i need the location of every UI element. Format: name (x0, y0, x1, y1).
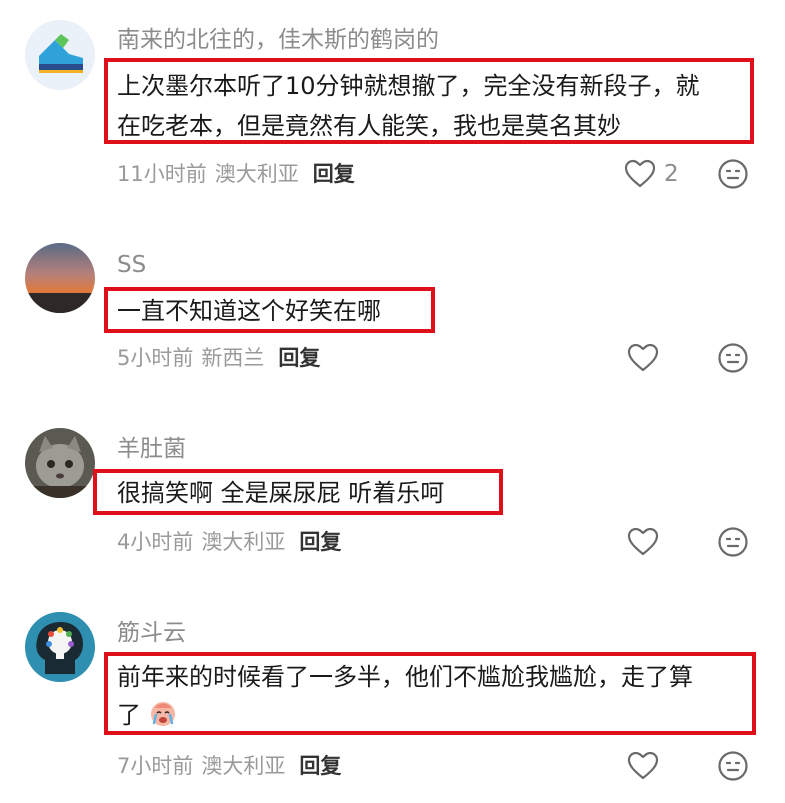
comment-text-line-2: 了 (117, 693, 693, 737)
dislike-button[interactable] (717, 342, 749, 374)
username[interactable]: 筋斗云 (117, 619, 186, 647)
comment-location: 澳大利亚 (201, 530, 286, 554)
like-button[interactable] (627, 750, 659, 782)
neutral-face-icon (718, 751, 748, 781)
avatar[interactable] (25, 612, 95, 682)
comment-text: 上次墨尔本听了10分钟就想撤了，完全没有新段子，就 在吃老本，但是竟然有人能笑，… (117, 64, 700, 148)
like-button[interactable] (627, 526, 659, 558)
like-button[interactable]: 2 (624, 158, 679, 190)
neutral-face-icon (718, 159, 748, 189)
comment-location: 新西兰 (201, 346, 265, 370)
neutral-face-icon (718, 527, 748, 557)
heart-icon (627, 527, 659, 556)
head-lightbulb-icon (25, 612, 95, 682)
comment-text: 前年来的时候看了一多半，他们不尴尬我尴尬，走了算 了 (117, 655, 693, 737)
comment-location: 澳大利亚 (214, 162, 299, 186)
username[interactable]: 南来的北往的，佳木斯的鹤岗的 (117, 26, 439, 54)
username[interactable]: SS (117, 251, 146, 279)
avatar[interactable] (25, 428, 95, 498)
reply-button[interactable]: 回复 (299, 530, 341, 554)
heart-icon (627, 751, 659, 780)
comment-text: 很搞笑啊 全是屎尿屁 听着乐呵 (117, 471, 444, 515)
comment-location: 澳大利亚 (201, 754, 286, 778)
dislike-button[interactable] (717, 158, 749, 190)
comment-meta: 5小时前 新西兰 回复 (117, 344, 320, 372)
dislike-button[interactable] (717, 526, 749, 558)
like-count: 2 (664, 161, 679, 187)
neutral-face-icon (718, 343, 748, 373)
comment-text: 一直不知道这个好笑在哪 (117, 289, 381, 333)
comment-time: 11小时前 (117, 162, 207, 186)
comment-meta: 11小时前 澳大利亚 回复 (117, 160, 355, 188)
comment-time: 5小时前 (117, 346, 194, 370)
username[interactable]: 羊肚菌 (117, 435, 186, 463)
heart-icon (627, 343, 659, 372)
comment-meta: 7小时前 澳大利亚 回复 (117, 752, 341, 780)
avatar[interactable] (25, 243, 95, 313)
reply-button[interactable]: 回复 (278, 346, 320, 370)
comment-meta: 4小时前 澳大利亚 回复 (117, 528, 341, 556)
comment-text-line: 在吃老本，但是竟然有人能笑，我也是莫名其妙 (117, 112, 621, 140)
reply-button[interactable]: 回复 (299, 754, 341, 778)
comment-text-line: 很搞笑啊 全是屎尿屁 听着乐呵 (117, 479, 445, 507)
comment-text-line: 一直不知道这个好笑在哪 (117, 297, 381, 325)
comment-time: 4小时前 (117, 530, 194, 554)
comment-text-line: 了 (117, 701, 141, 729)
heart-icon (624, 159, 656, 188)
comment-time: 7小时前 (117, 754, 194, 778)
sunset-photo (25, 243, 95, 313)
comment-text-line: 上次墨尔本听了10分钟就想撤了，完全没有新段子，就 (117, 72, 700, 100)
reply-button[interactable]: 回复 (313, 162, 355, 186)
avatar[interactable] (25, 20, 95, 90)
cat-photo (25, 428, 95, 498)
shoe-icon (25, 20, 95, 90)
dislike-button[interactable] (717, 750, 749, 782)
like-button[interactable] (627, 342, 659, 374)
crying-emoji-icon (150, 702, 175, 726)
comment-text-line: 前年来的时候看了一多半，他们不尴尬我尴尬，走了算 (117, 663, 693, 691)
